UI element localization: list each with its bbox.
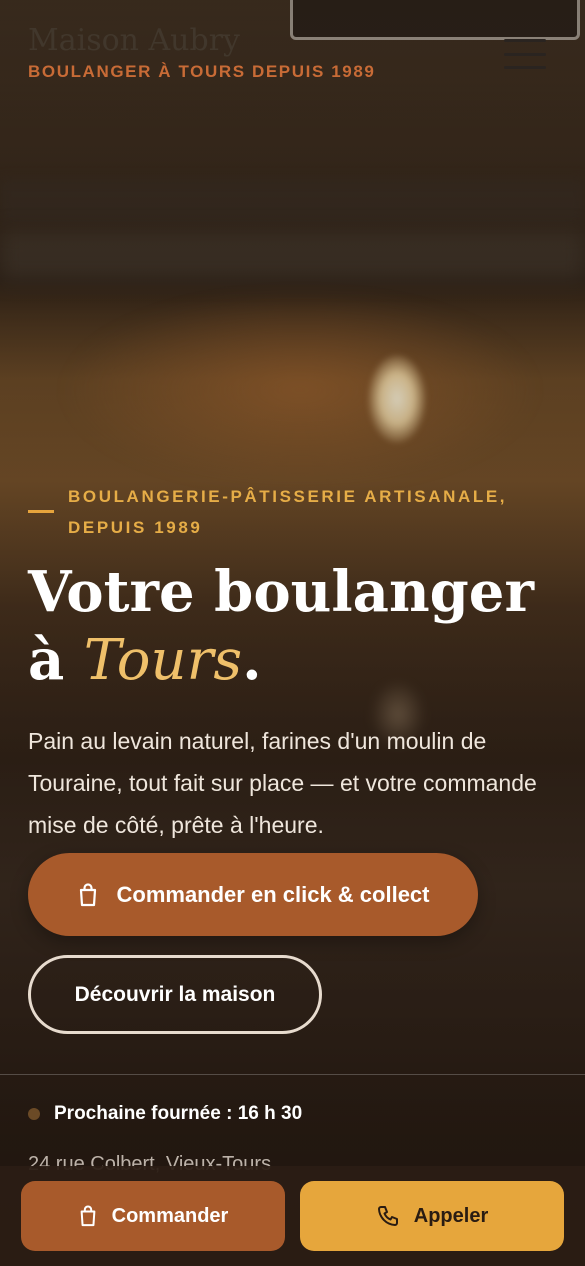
brand-name: Maison Aubry [28,23,240,58]
divider [0,1074,585,1075]
phone-icon [376,1204,400,1228]
hero-title: Votre boulanger à Tours. [28,558,534,695]
click-collect-button[interactable]: Commander en click & collect [28,853,478,936]
order-label: Commander [111,1204,229,1227]
hero-title-city: Tours [83,628,243,693]
shopping-bag-icon [78,1204,98,1228]
hero-lead: Pain au levain naturel, farines d'un mou… [28,728,537,838]
eyebrow-line-2: DEPUIS 1989 [68,518,203,537]
menu-bar [504,39,546,42]
hero-title-line-1: Votre boulanger [28,559,534,625]
hero-title-period: . [242,627,262,693]
hero-title-prefix: à [28,627,65,693]
brand-tagline: BOULANGER À TOURS DEPUIS 1989 [28,62,376,81]
shopping-bag-icon [77,882,99,908]
next-batch-label: Prochaine fournée : 16 h 30 [54,1103,303,1124]
menu-bar [504,52,546,56]
call-label: Appeler [413,1204,489,1227]
hero-eyebrow: BOULANGERIE-PÂTISSERIE ARTISANALE, DEPUI… [28,481,558,543]
status-dot [28,1108,40,1120]
hamburger-icon[interactable] [504,36,546,72]
click-collect-label: Commander en click & collect [116,881,430,907]
brand-logo[interactable]: Maison Aubry BOULANGER À TOURS DEPUIS 19… [28,24,375,82]
eyebrow-line-1: BOULANGERIE-PÂTISSERIE ARTISANALE, [68,487,508,506]
eyebrow-dash [28,510,54,513]
menu-bar [504,66,546,69]
discover-label: Découvrir la maison [74,982,276,1006]
discover-button[interactable]: Découvrir la maison [28,955,322,1034]
call-button[interactable]: Appeler [300,1181,564,1251]
order-button[interactable]: Commander [21,1181,285,1251]
eyebrow-text: BOULANGERIE-PÂTISSERIE ARTISANALE, DEPUI… [68,481,507,543]
next-batch-status: Prochaine fournée : 16 h 30 [28,1103,302,1125]
